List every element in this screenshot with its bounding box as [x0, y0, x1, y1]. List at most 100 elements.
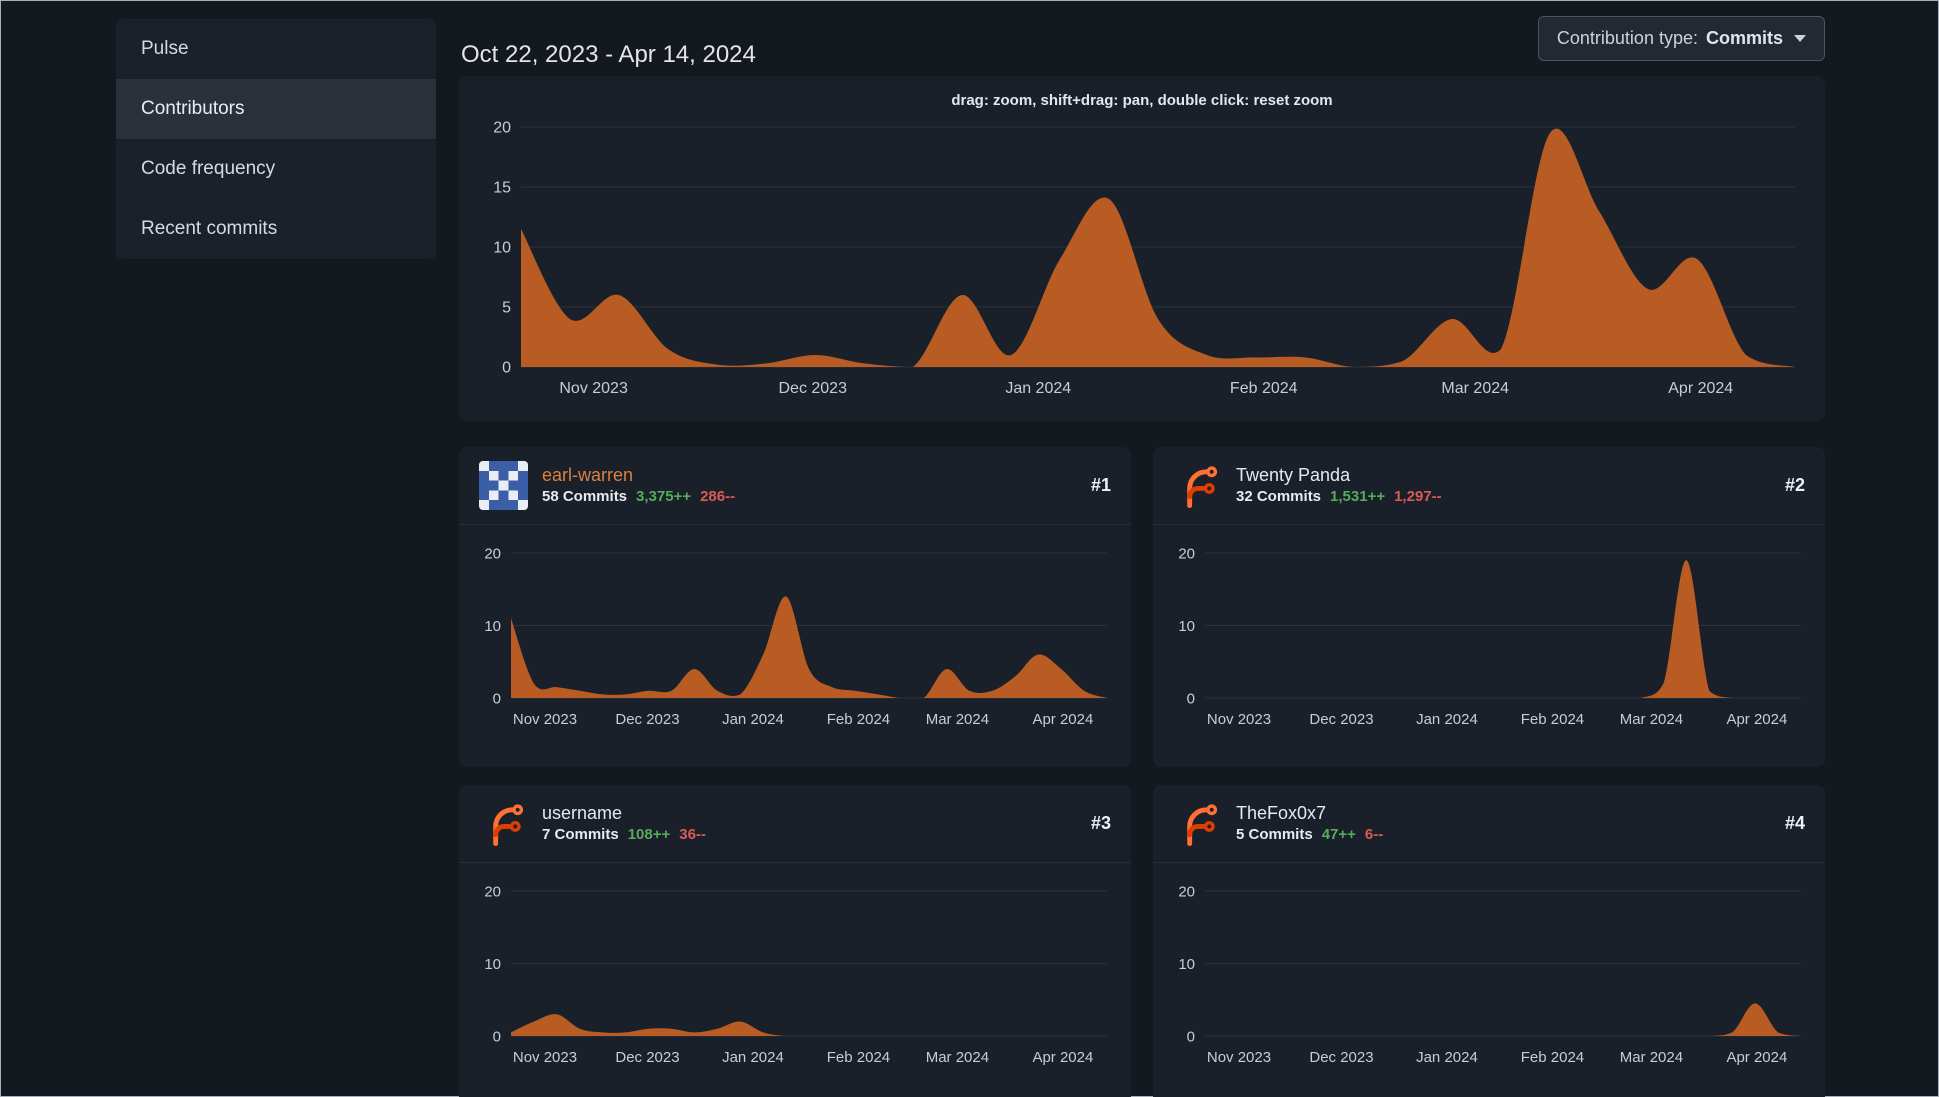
svg-text:10: 10 — [484, 956, 501, 973]
svg-text:Feb 2024: Feb 2024 — [1521, 1049, 1584, 1066]
deletions-count: 6-- — [1364, 825, 1384, 843]
svg-text:Apr 2024: Apr 2024 — [1032, 711, 1093, 728]
svg-text:20: 20 — [1178, 884, 1195, 901]
contribution-type-button[interactable]: Contribution type: Commits — [1537, 16, 1825, 61]
contributor-stats: 32 Commits 1,531++ 1,297-- — [1236, 487, 1442, 506]
svg-text:Nov 2023: Nov 2023 — [1207, 1049, 1271, 1066]
commits-count: 32 Commits — [1236, 487, 1322, 505]
svg-text:Dec 2023: Dec 2023 — [1309, 1049, 1373, 1066]
svg-text:0: 0 — [493, 691, 501, 708]
chart-zoom-hint: drag: zoom, shift+drag: pan, double clic… — [951, 92, 1333, 109]
commits-count: 58 Commits — [542, 487, 628, 505]
contributor-stats: 5 Commits 47++ 6-- — [1236, 825, 1384, 844]
svg-text:0: 0 — [1187, 691, 1195, 708]
activity-sidebar: Pulse Contributors Code frequency Recent… — [116, 19, 436, 259]
svg-text:Mar 2024: Mar 2024 — [1620, 1049, 1683, 1066]
commits-count: 5 Commits — [1236, 825, 1313, 843]
contributor-chart[interactable]: 0 10 20 Nov 2023 Dec 2023 Jan 2024 Feb 2024 Mar… — [459, 871, 1131, 1076]
sidebar-item-recent-commits[interactable]: Recent commits — [116, 199, 436, 259]
svg-text:10: 10 — [1178, 618, 1195, 635]
svg-text:Nov 2023: Nov 2023 — [513, 711, 577, 728]
activity-contributors-page: { "sidebar": { "items": [ {"label": "Pul… — [0, 0, 1939, 1097]
svg-text:Mar 2024: Mar 2024 — [926, 1049, 989, 1066]
contribution-type-label: Contribution type: — [1556, 28, 1698, 48]
svg-text:Jan 2024: Jan 2024 — [1416, 1049, 1478, 1066]
svg-text:10: 10 — [493, 240, 511, 257]
svg-text:20: 20 — [484, 884, 501, 901]
contributor-info: earl-warren 58 Commits 3,375++ 286-- — [542, 465, 736, 506]
svg-text:10: 10 — [1178, 956, 1195, 973]
contributor-name: Twenty Panda — [1236, 464, 1351, 485]
svg-text:Jan 2024: Jan 2024 — [1416, 711, 1478, 728]
deletions-count: 286-- — [700, 487, 736, 505]
svg-text:20: 20 — [493, 120, 511, 137]
contributor-name[interactable]: earl-warren — [542, 465, 735, 486]
svg-text:Dec 2023: Dec 2023 — [1309, 711, 1373, 728]
svg-text:0: 0 — [1187, 1029, 1195, 1046]
contributor-chart[interactable]: 0 10 20 Nov 2023 Dec 2023 Jan 2024 Feb 2024 Mar… — [1153, 533, 1825, 738]
contributor-stats: 58 Commits 3,375++ 286-- — [542, 487, 736, 506]
additions-count: 47++ — [1321, 825, 1356, 843]
contributor-header: TheFox0x7 5 Commits 47++ 6-- #4 — [1153, 785, 1825, 863]
sidebar-item-contributors[interactable]: Contributors — [116, 79, 436, 139]
contributor-chart[interactable]: 0 10 20 Nov 2023 Dec 2023 Jan 2024 Feb 2024 Mar… — [459, 533, 1131, 738]
contributor-chart[interactable]: 0 10 20 Nov 2023 Dec 2023 Jan 2024 Feb 2024 Mar… — [1153, 871, 1825, 1076]
rank-badge: #2 — [1784, 475, 1805, 495]
contribution-type-value: Commits — [1705, 28, 1783, 48]
svg-text:Nov 2023: Nov 2023 — [559, 380, 628, 397]
contributor-card: Twenty Panda 32 Commits 1,531++ 1,297-- … — [1153, 447, 1825, 767]
date-range-title: Oct 22, 2023 - Apr 14, 2024 — [461, 41, 756, 69]
contributor-cards-grid: earl-warren 58 Commits 3,375++ 286-- #1 … — [459, 447, 1825, 1097]
additions-count: 108++ — [627, 825, 671, 843]
svg-text:Mar 2024: Mar 2024 — [1441, 380, 1509, 397]
chevron-down-icon — [1794, 35, 1806, 42]
svg-text:Jan 2024: Jan 2024 — [722, 711, 784, 728]
forgejo-logo-icon — [493, 804, 524, 847]
svg-text:10: 10 — [484, 618, 501, 635]
svg-text:Feb 2024: Feb 2024 — [1230, 380, 1298, 397]
rank-badge: #4 — [1784, 813, 1805, 833]
svg-text:20: 20 — [1178, 546, 1195, 563]
svg-text:5: 5 — [502, 300, 511, 317]
svg-text:Apr 2024: Apr 2024 — [1726, 711, 1787, 728]
overall-contributions-card: drag: zoom, shift+drag: pan, double clic… — [459, 76, 1825, 421]
contributor-name: TheFox0x7 — [1236, 802, 1327, 823]
sidebar-item-code-frequency[interactable]: Code frequency — [116, 139, 436, 199]
svg-text:Jan 2024: Jan 2024 — [1005, 380, 1071, 397]
svg-text:Mar 2024: Mar 2024 — [1620, 711, 1683, 728]
additions-count: 3,375++ — [636, 487, 692, 505]
contributor-card: TheFox0x7 5 Commits 47++ 6-- #4 0 10 20 Nov… — [1153, 785, 1825, 1097]
sidebar-item-pulse[interactable]: Pulse — [116, 19, 436, 79]
additions-count: 1,531++ — [1330, 487, 1386, 505]
svg-text:Apr 2024: Apr 2024 — [1726, 1049, 1787, 1066]
contributor-name: username — [542, 802, 623, 823]
svg-text:0: 0 — [493, 1029, 501, 1046]
svg-text:Dec 2023: Dec 2023 — [778, 380, 847, 397]
svg-text:Jan 2024: Jan 2024 — [722, 1049, 784, 1066]
contributor-header: earl-warren 58 Commits 3,375++ 286-- #1 — [459, 447, 1131, 525]
contributor-info: username 7 Commits 108++ 36-- — [542, 802, 706, 843]
svg-text:Feb 2024: Feb 2024 — [1521, 711, 1584, 728]
svg-text:Dec 2023: Dec 2023 — [615, 711, 679, 728]
deletions-count: 36-- — [679, 825, 706, 843]
forgejo-logo-icon — [1187, 804, 1218, 847]
svg-text:Nov 2023: Nov 2023 — [513, 1049, 577, 1066]
identicon-avatar — [479, 461, 528, 510]
svg-text:Apr 2024: Apr 2024 — [1032, 1049, 1093, 1066]
contributor-header: Twenty Panda 32 Commits 1,531++ 1,297-- … — [1153, 447, 1825, 525]
contributor-info: Twenty Panda 32 Commits 1,531++ 1,297-- — [1236, 464, 1442, 506]
rank-badge: #1 — [1090, 475, 1111, 495]
svg-text:Nov 2023: Nov 2023 — [1207, 711, 1271, 728]
contributor-info: TheFox0x7 5 Commits 47++ 6-- — [1236, 802, 1384, 844]
svg-text:20: 20 — [484, 546, 501, 563]
main-contributions-chart[interactable]: 0 5 10 15 20 Nov 2023 Dec 2023 Jan 2024 Feb 2024… — [479, 113, 1805, 413]
forgejo-logo-icon — [1187, 466, 1218, 509]
svg-text:Feb 2024: Feb 2024 — [827, 711, 890, 728]
svg-text:Apr 2024: Apr 2024 — [1668, 380, 1733, 397]
svg-text:Feb 2024: Feb 2024 — [827, 1049, 890, 1066]
rank-badge: #3 — [1090, 813, 1111, 833]
svg-text:0: 0 — [502, 360, 511, 377]
contributor-card: earl-warren 58 Commits 3,375++ 286-- #1 … — [459, 447, 1131, 767]
deletions-count: 1,297-- — [1394, 487, 1442, 505]
commits-count: 7 Commits — [542, 825, 619, 843]
